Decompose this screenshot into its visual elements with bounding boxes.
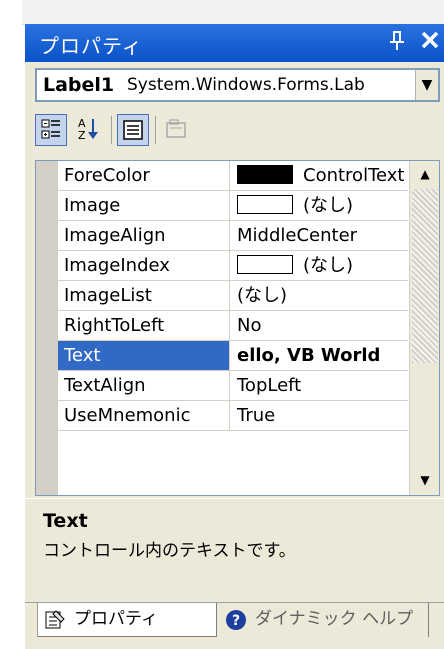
image-swatch — [237, 255, 293, 274]
properties-window: プロパティ Label1 System.Windows.Forms.Lab ▼ — [25, 24, 444, 649]
property-value[interactable]: (なし) — [231, 191, 408, 220]
property-name: TextAlign — [58, 371, 230, 400]
scrollbar-track[interactable] — [412, 189, 438, 363]
selected-object-type: System.Windows.Forms.Lab — [127, 75, 365, 95]
pin-icon[interactable] — [388, 30, 406, 57]
property-value[interactable]: ControlText — [231, 161, 408, 190]
property-value-text: (なし) — [303, 195, 354, 216]
description-text: コントロール内のテキストです。 — [43, 541, 296, 561]
property-name: UseMnemonic — [58, 401, 230, 430]
svg-text:?: ? — [232, 613, 240, 629]
tab-dynamic-help[interactable]: ? ダイナミック ヘルプ — [219, 603, 429, 637]
left-margin — [0, 0, 22, 624]
property-row[interactable]: ImageAlign MiddleCenter — [58, 221, 408, 251]
splitter[interactable] — [25, 498, 444, 505]
color-swatch — [237, 165, 293, 184]
property-value[interactable]: MiddleCenter — [231, 221, 408, 250]
property-row[interactable]: RightToLeft No — [58, 311, 408, 341]
property-name: ImageIndex — [58, 251, 230, 280]
property-name: RightToLeft — [58, 311, 230, 340]
scroll-up-icon[interactable]: ▲ — [414, 163, 436, 185]
help-icon: ? — [225, 609, 247, 631]
top-strip — [22, 0, 444, 25]
svg-text:Z: Z — [78, 129, 86, 142]
property-name: ImageAlign — [58, 221, 230, 250]
toolbar: A Z — [25, 108, 444, 152]
toolbar-separator — [155, 116, 156, 144]
object-selector[interactable]: Label1 System.Windows.Forms.Lab ▼ — [35, 68, 440, 102]
property-row[interactable]: TextAlign TopLeft — [58, 371, 408, 401]
property-pages-icon[interactable] — [161, 114, 193, 146]
properties-tab-icon — [44, 609, 66, 631]
property-value-text: ControlText — [303, 165, 405, 186]
close-icon[interactable] — [420, 28, 440, 56]
property-value[interactable]: TopLeft — [231, 371, 408, 400]
tab-properties[interactable]: プロパティ — [37, 603, 217, 637]
property-grid: ForeColor ControlText Image (なし) ImageAl… — [35, 160, 440, 496]
title-bar[interactable]: プロパティ — [25, 24, 444, 62]
property-row[interactable]: ImageIndex (なし) — [58, 251, 408, 281]
property-row[interactable]: ForeColor ControlText — [58, 161, 408, 191]
property-row[interactable]: ImageList (なし) — [58, 281, 408, 311]
property-name: ForeColor — [58, 161, 230, 190]
property-value[interactable]: (なし) — [231, 281, 408, 310]
property-name: Image — [58, 191, 230, 220]
property-value-text: (なし) — [303, 255, 354, 276]
selected-object-name: Label1 — [43, 74, 115, 96]
property-row[interactable]: Image (なし) — [58, 191, 408, 221]
property-name: Text — [58, 341, 230, 370]
image-swatch — [237, 195, 293, 214]
sort-alphabetical-icon[interactable]: A Z — [73, 114, 105, 146]
property-value-editor[interactable]: ello, VB World — [231, 341, 408, 370]
property-row-selected[interactable]: Text ello, VB World — [58, 341, 408, 371]
property-value[interactable]: No — [231, 311, 408, 340]
tab-label: プロパティ — [74, 609, 158, 629]
description-pane: Text コントロール内のテキストです。 — [35, 506, 440, 602]
scroll-down-icon[interactable]: ▼ — [414, 469, 436, 491]
window-title: プロパティ — [39, 34, 143, 58]
categorized-icon[interactable] — [35, 114, 67, 146]
description-title: Text — [43, 510, 88, 532]
tab-label: ダイナミック ヘルプ — [255, 609, 414, 629]
property-row[interactable]: UseMnemonic True — [58, 401, 408, 431]
grid-left-margin — [36, 161, 58, 495]
screen: プロパティ Label1 System.Windows.Forms.Lab ▼ — [0, 0, 444, 649]
property-value[interactable]: (なし) — [231, 251, 408, 280]
property-value[interactable]: True — [231, 401, 408, 430]
properties-icon[interactable] — [117, 114, 149, 146]
toolbar-separator — [111, 116, 112, 144]
bottom-tabs: プロパティ ? ダイナミック ヘルプ — [25, 602, 444, 649]
chevron-down-icon[interactable]: ▼ — [415, 70, 438, 100]
property-name: ImageList — [58, 281, 230, 310]
vertical-scrollbar[interactable]: ▲ ▼ — [409, 161, 439, 495]
